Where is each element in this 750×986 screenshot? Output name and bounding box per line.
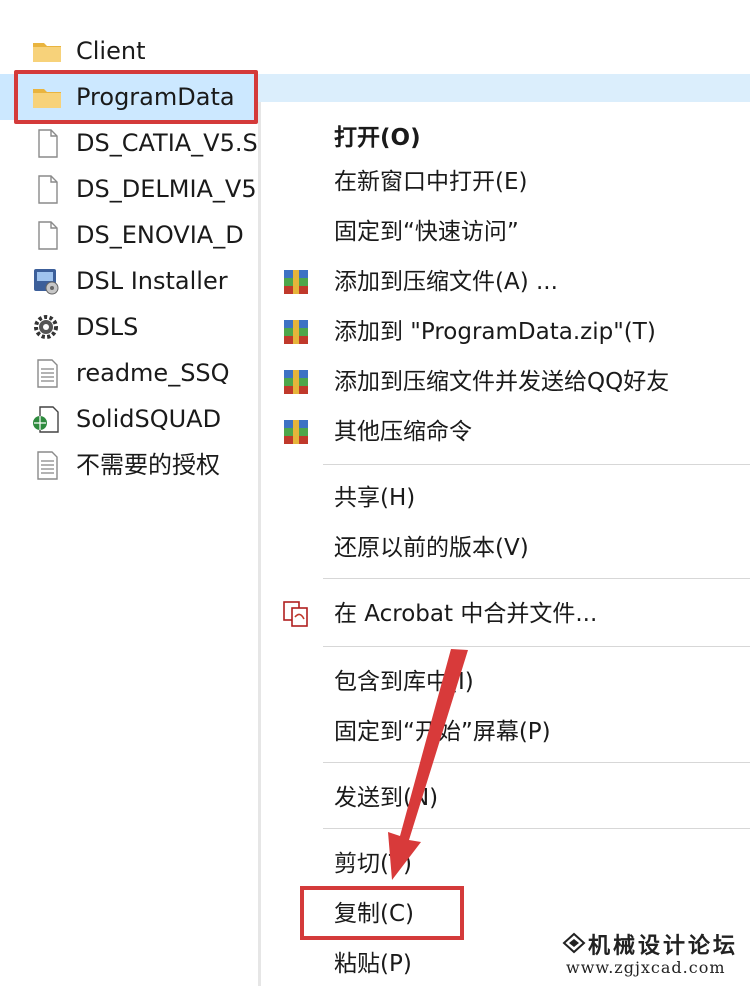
folder-icon	[33, 43, 61, 62]
file-item-dsls[interactable]: DSLS	[0, 304, 258, 350]
selection-strip	[258, 74, 750, 102]
menu-item-label: 粘贴(P)	[334, 951, 412, 977]
menu-item-other-compress[interactable]: 其他压缩命令	[261, 410, 750, 454]
acrobat-combine-icon	[283, 601, 308, 627]
menu-item-pin-quick-access[interactable]: 固定到“快速访问”	[261, 210, 750, 254]
copy-highlight-box	[300, 886, 464, 940]
menu-item-label: 打开(O)	[334, 125, 421, 151]
menu-item-archive-send-qq[interactable]: 添加到压缩文件并发送给QQ好友	[261, 360, 750, 404]
menu-separator	[323, 578, 750, 579]
blank-file-icon	[38, 221, 58, 250]
file-name: readme_SSQ	[76, 359, 230, 387]
menu-item-send-to[interactable]: 发送到(N)	[261, 776, 750, 820]
menu-item-add-to-zip[interactable]: 添加到 "ProgramData.zip"(T)	[261, 310, 750, 354]
file-item-client[interactable]: Client	[0, 28, 258, 74]
menu-item-label: 添加到 "ProgramData.zip"(T)	[334, 319, 656, 345]
menu-item-cut[interactable]: 剪切(T)	[261, 842, 750, 886]
menu-item-restore-versions[interactable]: 还原以前的版本(V)	[261, 526, 750, 570]
file-list: Client ProgramData DS_CATIA_V5.S DS_DELM…	[0, 0, 258, 986]
menu-item-label: 共享(H)	[334, 485, 416, 511]
menu-item-label: 剪切(T)	[334, 851, 412, 877]
menu-item-label: 固定到“快速访问”	[334, 219, 519, 245]
menu-item-add-to-archive[interactable]: 添加到压缩文件(A) ...	[261, 260, 750, 304]
menu-item-open-new-window[interactable]: 在新窗口中打开(E)	[261, 160, 750, 204]
html-file-icon	[33, 406, 59, 433]
file-item-solidsquad[interactable]: SolidSQUAD	[0, 396, 258, 442]
blank-file-icon	[38, 175, 58, 204]
watermark: 机械设计论坛 www.zgjxcad.com	[562, 928, 750, 986]
file-name: DS_ENOVIA_D	[76, 221, 244, 249]
menu-item-label: 固定到“开始”屏幕(P)	[334, 719, 551, 745]
text-file-icon	[37, 451, 58, 480]
file-item-readme[interactable]: readme_SSQ	[0, 350, 258, 396]
winrar-archive-icon	[284, 320, 308, 344]
menu-separator	[323, 762, 750, 763]
file-name: DSL Installer	[76, 267, 228, 295]
menu-item-include-library[interactable]: 包含到库中(I)	[261, 660, 750, 704]
text-file-icon	[37, 359, 58, 388]
menu-item-label: 添加到压缩文件(A) ...	[334, 269, 558, 295]
menu-separator	[323, 828, 750, 829]
watermark-url: www.zgjxcad.com	[566, 958, 726, 977]
context-menu: 打开(O) 在新窗口中打开(E) 固定到“快速访问” 添加到压缩文件(A) ..…	[261, 102, 750, 986]
file-item-ds-enovia[interactable]: DS_ENOVIA_D	[0, 212, 258, 258]
winrar-archive-icon	[284, 370, 308, 394]
selection-highlight-box	[14, 70, 258, 124]
menu-item-label: 添加到压缩文件并发送给QQ好友	[334, 369, 670, 395]
file-name: SolidSQUAD	[76, 405, 222, 433]
menu-item-label: 发送到(N)	[334, 785, 439, 811]
file-name: DS_CATIA_V5.S	[76, 129, 258, 157]
menu-item-label: 包含到库中(I)	[334, 669, 474, 695]
menu-item-label: 其他压缩命令	[334, 419, 472, 445]
menu-separator	[323, 464, 750, 465]
site-logo-icon	[562, 932, 586, 954]
winrar-archive-icon	[284, 270, 308, 294]
gear-icon	[34, 315, 58, 339]
menu-item-label: 还原以前的版本(V)	[334, 535, 529, 561]
menu-item-pin-start[interactable]: 固定到“开始”屏幕(P)	[261, 710, 750, 754]
winrar-archive-icon	[284, 420, 308, 444]
menu-item-label: 在新窗口中打开(E)	[334, 169, 528, 195]
file-name: DS_DELMIA_V5	[76, 175, 257, 203]
file-item-ds-catia[interactable]: DS_CATIA_V5.S	[0, 120, 258, 166]
file-name: DSLS	[76, 313, 139, 341]
menu-separator	[323, 646, 750, 647]
file-name: 不需要的授权	[76, 451, 220, 479]
menu-item-label: 在 Acrobat 中合并文件...	[334, 601, 598, 627]
menu-item-acrobat-combine[interactable]: 在 Acrobat 中合并文件...	[261, 592, 750, 636]
file-item-dsl-installer[interactable]: DSL Installer	[0, 258, 258, 304]
file-name: Client	[76, 37, 146, 65]
menu-item-share[interactable]: 共享(H)	[261, 476, 750, 520]
file-item-ds-delmia[interactable]: DS_DELMIA_V5	[0, 166, 258, 212]
menu-item-open[interactable]: 打开(O)	[261, 116, 750, 160]
blank-file-icon	[38, 129, 58, 158]
watermark-title: 机械设计论坛	[588, 933, 739, 959]
installer-icon	[34, 269, 59, 295]
file-item-unneeded-license[interactable]: 不需要的授权	[0, 442, 258, 488]
